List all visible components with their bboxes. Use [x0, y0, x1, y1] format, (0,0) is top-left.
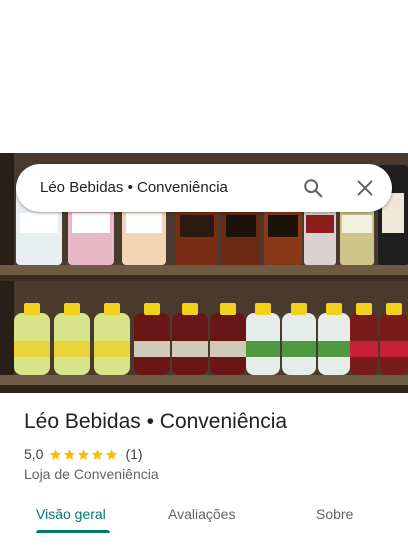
place-title: Léo Bebidas • Conveniência	[24, 410, 288, 433]
star-icon	[50, 448, 62, 460]
search-query-text[interactable]: Léo Bebidas • Conveniência	[40, 179, 228, 196]
blank-area	[0, 0, 408, 153]
rating-value: 5,0	[24, 446, 44, 462]
rating-stars	[49, 448, 119, 461]
tab-bar: Visão geral Avaliações Sobre	[0, 496, 408, 536]
search-bar[interactable]: Léo Bebidas • Conveniência	[16, 164, 392, 212]
active-tab-indicator	[36, 530, 110, 533]
tab-overview[interactable]: Visão geral	[36, 506, 106, 522]
star-icon	[92, 448, 104, 460]
star-icon	[78, 448, 90, 460]
tab-reviews[interactable]: Avaliações	[168, 506, 235, 522]
review-count[interactable]: (1)	[125, 446, 142, 462]
search-icon[interactable]	[302, 177, 324, 199]
tab-about[interactable]: Sobre	[316, 506, 353, 522]
star-icon	[106, 448, 118, 460]
place-category[interactable]: Loja de Conveniência	[24, 466, 159, 482]
star-icon	[64, 448, 76, 460]
close-icon[interactable]	[354, 177, 376, 199]
rating-row[interactable]: 5,0 (1)	[24, 446, 143, 462]
